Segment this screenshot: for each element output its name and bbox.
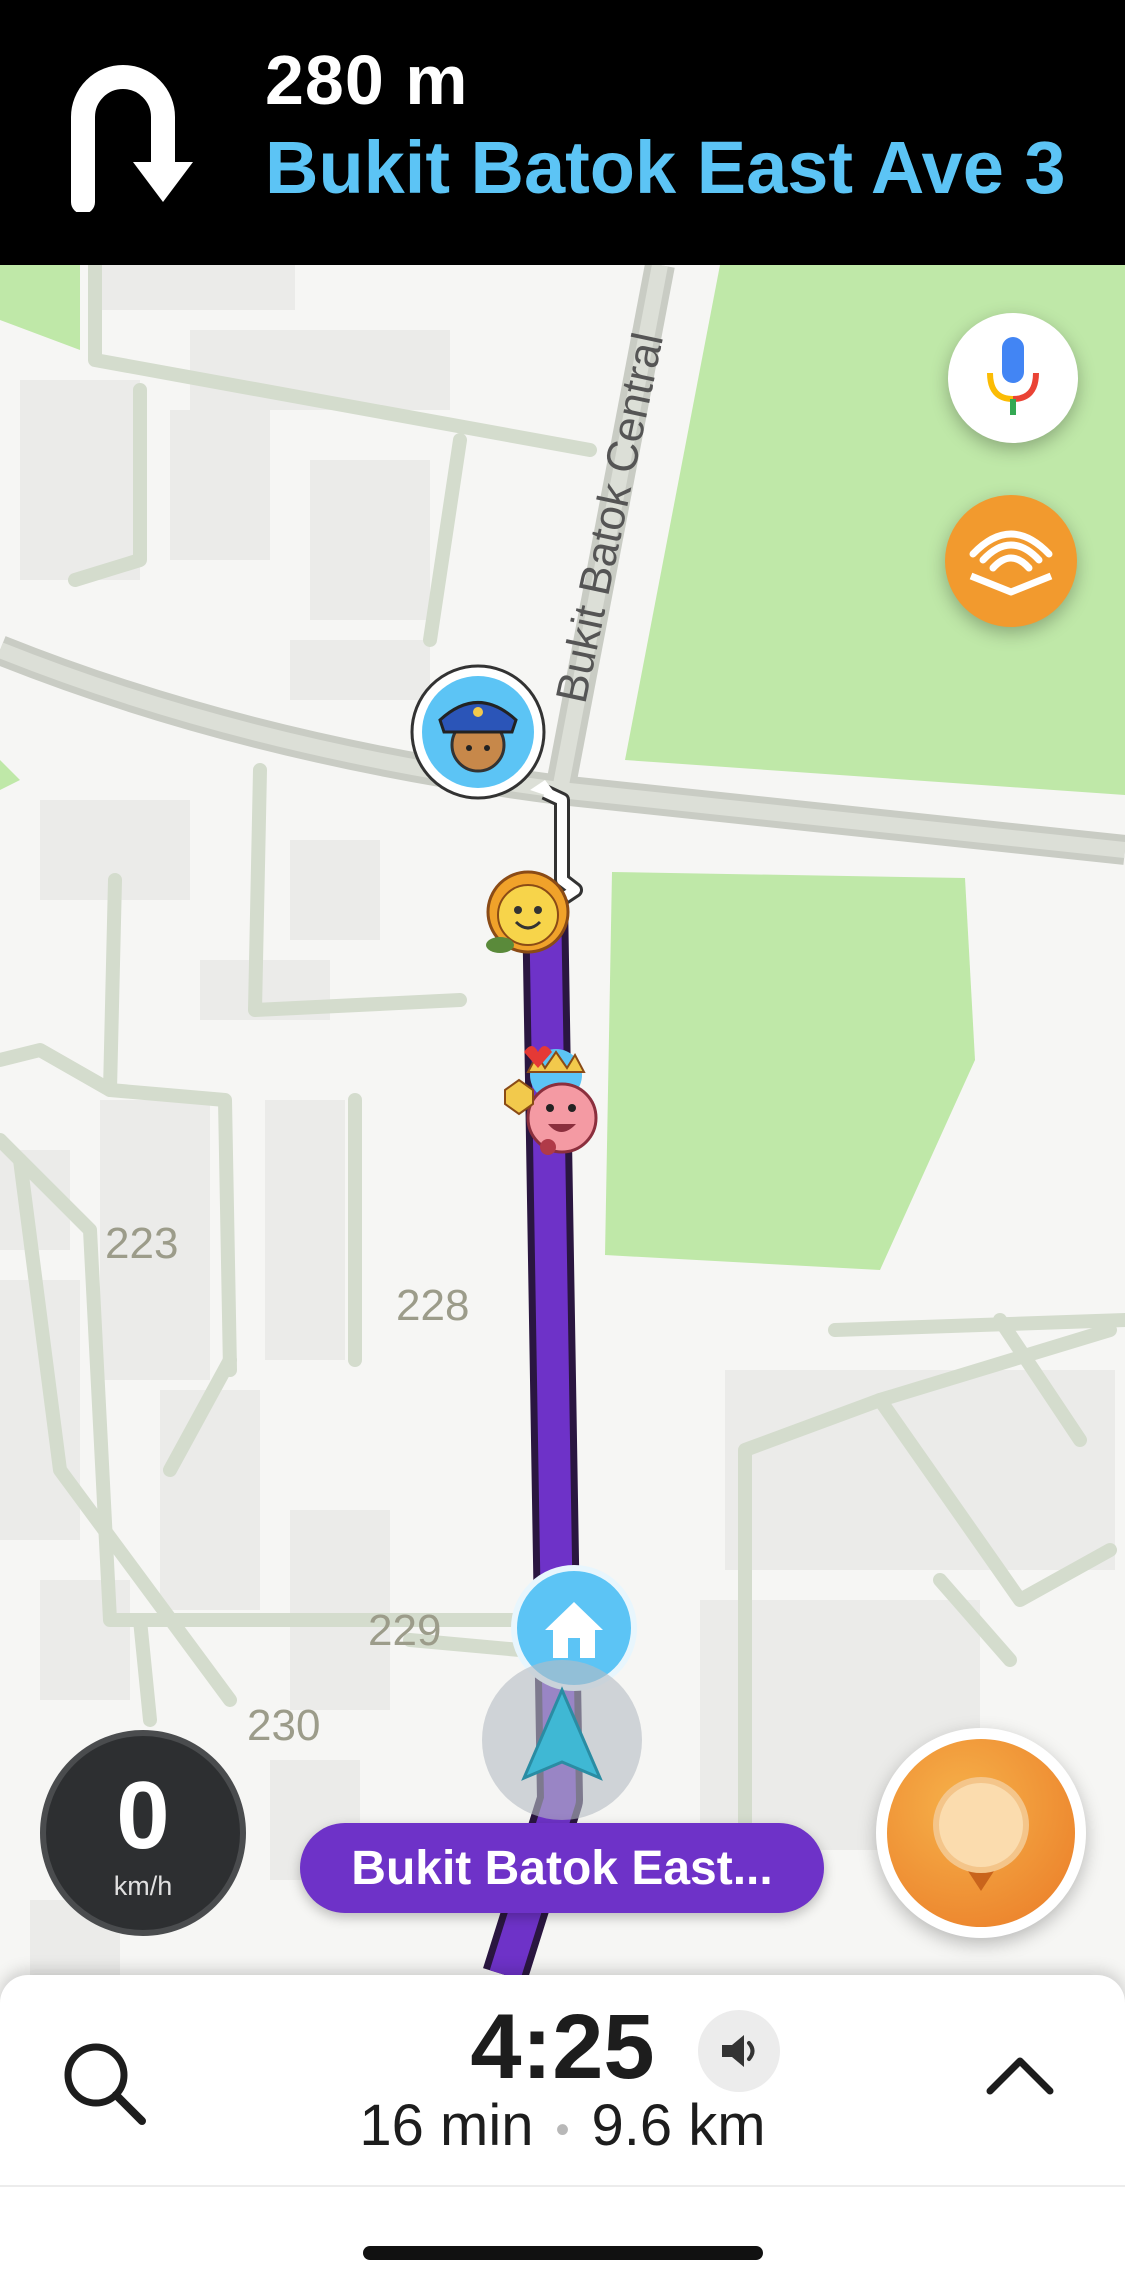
speed-value: 0 <box>116 1762 170 1869</box>
map-view[interactable]: Bukit Batok Central 223 228 229 230 219 <box>0 265 1125 1975</box>
wazer-sunflower-icon <box>486 870 570 954</box>
speaker-icon <box>722 2035 755 2067</box>
maneuver-distance: 280 m <box>265 41 469 119</box>
trip-info: 16 min • 9.6 km <box>0 2091 1125 2165</box>
voice-command-button[interactable] <box>948 313 1078 443</box>
block-label: 229 <box>368 1606 441 1655</box>
trip-separator: • <box>555 2107 570 2152</box>
trip-distance: 9.6 km <box>591 2093 766 2158</box>
current-street-label: Bukit Batok East... <box>300 1823 824 1913</box>
block-label: 223 <box>105 1219 178 1268</box>
chevron-up-icon[interactable] <box>980 2035 1060 2115</box>
audible-icon <box>969 530 1053 596</box>
u-turn-icon <box>71 65 193 212</box>
microphone-icon <box>987 337 1039 415</box>
current-location-arrow-icon <box>482 1660 642 1820</box>
trip-summary-panel[interactable]: 4:25 16 min • 9.6 km <box>0 1975 1125 2185</box>
maneuver-street-name: Bukit Batok East Ave 3 <box>265 126 1066 209</box>
report-pin-icon <box>933 1777 1029 1891</box>
speed-unit: km/h <box>113 1871 173 1901</box>
home-indicator[interactable] <box>363 2246 763 2260</box>
trip-duration: 16 min <box>359 2093 534 2158</box>
speedometer: 0 km/h <box>40 1730 246 1936</box>
audio-player-button[interactable] <box>945 495 1077 627</box>
eta-time: 4:25 <box>470 1996 655 2098</box>
sound-settings-button[interactable] <box>698 2010 780 2092</box>
block-label: 228 <box>396 1281 469 1330</box>
block-label: 230 <box>247 1701 320 1750</box>
navigation-instruction-banner[interactable]: 280 m Bukit Batok East Ave 3 <box>0 0 1125 265</box>
system-bottom-bar <box>0 2185 1125 2286</box>
report-button[interactable] <box>876 1728 1086 1938</box>
